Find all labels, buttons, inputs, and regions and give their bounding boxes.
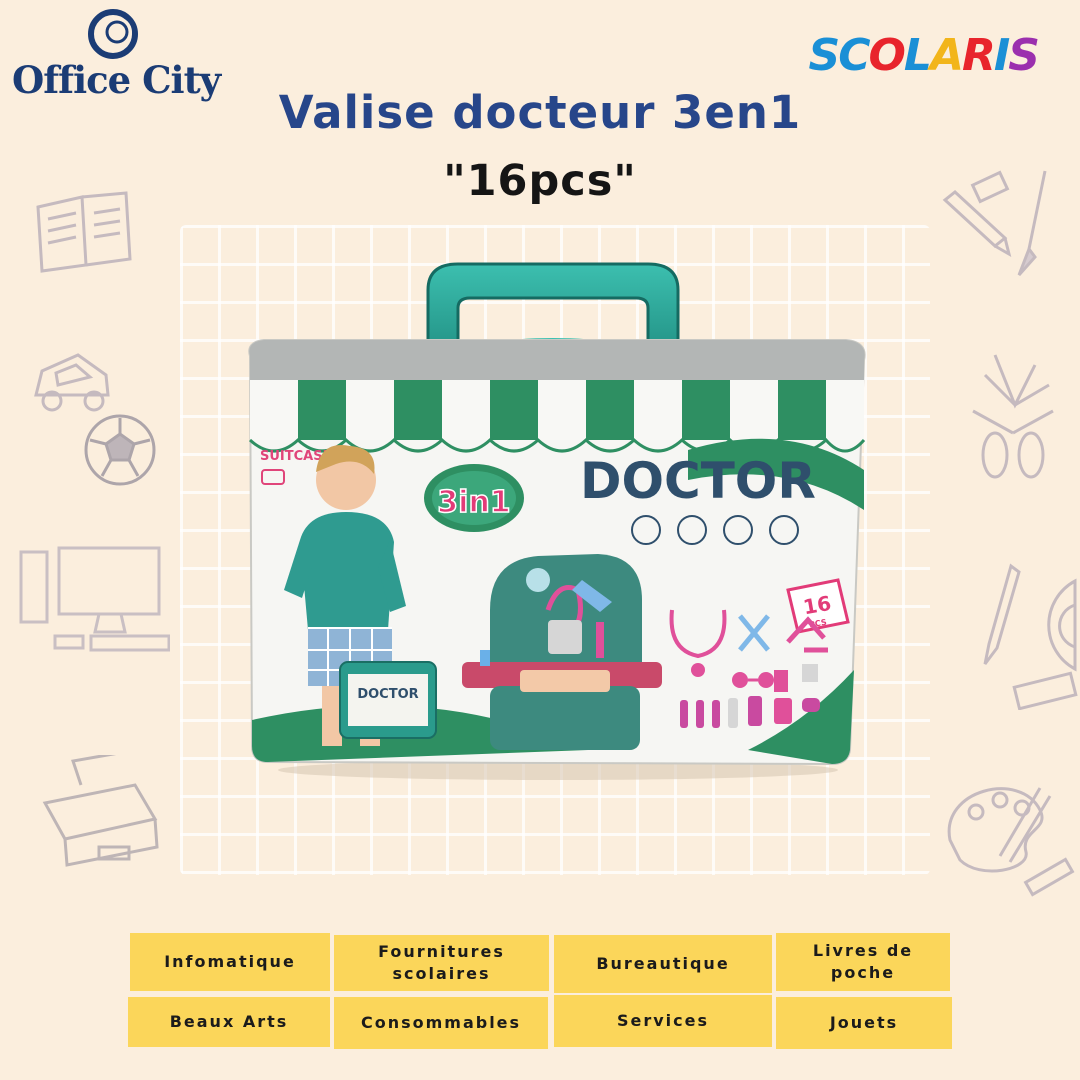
scolaris-letter: L xyxy=(903,30,932,81)
scissors-icon xyxy=(972,354,1054,479)
nav-item-services[interactable]: Services xyxy=(554,995,772,1047)
category-nav: Infomatique Fournitures scolaires Bureau… xyxy=(128,932,952,1052)
scolaris-letter: O xyxy=(868,30,906,81)
doctor-label: DOCTOR xyxy=(580,452,816,510)
nav-item-label: Jouets xyxy=(829,1012,899,1032)
nav-item-bureautique[interactable]: Bureautique xyxy=(554,935,772,993)
nav-item-label: Consommables xyxy=(360,1012,522,1032)
nav-item-infomatique[interactable]: Infomatique xyxy=(130,933,330,991)
badge-label: 3in1 xyxy=(437,485,510,520)
nav-item-label: Livres de poche xyxy=(812,940,914,982)
nav-item-label: Beaux Arts xyxy=(169,1011,289,1031)
scolaris-letter: I xyxy=(993,30,1010,81)
computer-icon xyxy=(19,546,170,652)
pieces-tag: 16 PCS xyxy=(786,578,850,634)
scolaris-logo[interactable]: SCOLARIS xyxy=(808,30,1040,81)
scolaris-letter: A xyxy=(929,30,964,81)
nav-item-fournitures-scolaires[interactable]: Fournitures scolaires xyxy=(334,935,549,991)
page-subtitle: "16pcs" xyxy=(443,156,637,206)
nav-item-beaux-arts[interactable]: Beaux Arts xyxy=(128,997,330,1047)
scolaris-brand: SCOLARIS xyxy=(808,30,1040,81)
mini-case-label: DOCTOR xyxy=(357,687,418,702)
three-in-one-badge: 3in1 xyxy=(424,464,524,532)
office-city-logo[interactable]: Office City xyxy=(8,8,221,102)
nav-item-jouets[interactable]: Jouets xyxy=(776,997,952,1049)
nav-item-label: Bureautique xyxy=(596,953,730,973)
scolaris-letter: S xyxy=(1008,30,1040,81)
nav-item-label: Services xyxy=(616,1010,710,1030)
mini-case: DOCTOR xyxy=(339,661,437,739)
football-icon xyxy=(84,414,156,486)
nav-item-label: Fournitures scolaires xyxy=(378,941,505,983)
scolaris-letter: R xyxy=(962,30,996,81)
pieces-count: 16 xyxy=(801,591,833,619)
palette-icon xyxy=(947,787,1075,897)
printer-icon xyxy=(42,755,159,867)
nav-item-consommables[interactable]: Consommables xyxy=(334,997,548,1049)
scolaris-letter: S xyxy=(808,30,841,81)
nav-item-label: Infomatique xyxy=(164,951,296,971)
scolaris-letter: C xyxy=(838,30,870,81)
office-city-emblem-icon xyxy=(88,9,138,59)
page-title: Valise docteur 3en1 xyxy=(278,86,802,139)
nav-item-livres-de-poche[interactable]: Livres de poche xyxy=(776,933,950,991)
eraser-icon xyxy=(1012,671,1078,710)
product-image: SUITCASE DOCTOR 3in1 DOCTOR 16 PCS xyxy=(248,262,866,780)
protractor-icon xyxy=(1047,578,1077,672)
